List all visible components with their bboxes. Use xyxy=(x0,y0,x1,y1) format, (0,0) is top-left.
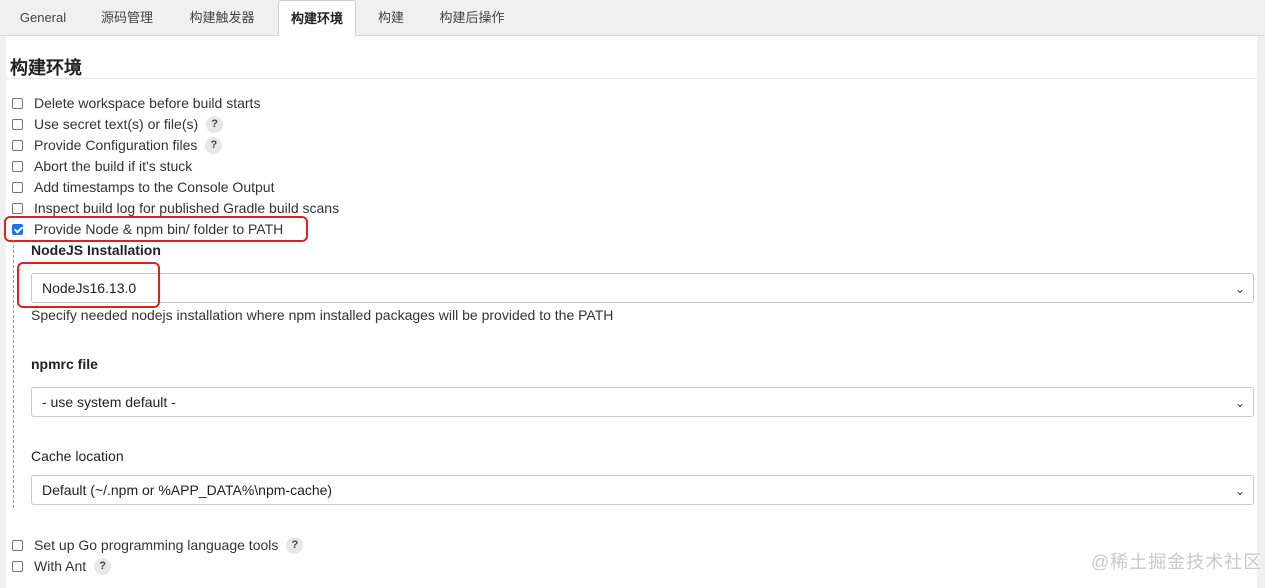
checkbox[interactable] xyxy=(12,539,23,551)
npmrc-select[interactable]: - use system default - ⌄ xyxy=(31,387,1254,417)
select-value: - use system default - xyxy=(42,394,176,410)
checkbox[interactable] xyxy=(12,160,23,172)
watermark: @稀土掘金技术社区 xyxy=(1091,552,1263,572)
help-icon[interactable]: ? xyxy=(205,136,223,154)
checkbox[interactable] xyxy=(12,181,23,193)
right-gutter xyxy=(1257,36,1265,588)
tab-build[interactable]: 构建 xyxy=(366,0,416,35)
option-go-tools[interactable]: Set up Go programming language tools ? xyxy=(12,535,304,555)
tab-post-build[interactable]: 构建后操作 xyxy=(426,0,518,35)
cache-location-select[interactable]: Default (~/.npm or %APP_DATA%\npm-cache)… xyxy=(31,475,1254,505)
option-add-timestamps[interactable]: Add timestamps to the Console Output xyxy=(12,177,274,197)
option-use-secret-text[interactable]: Use secret text(s) or file(s) ? xyxy=(12,114,224,134)
npmrc-label: npmrc file xyxy=(31,356,98,372)
chevron-down-icon: ⌄ xyxy=(1234,282,1245,296)
option-delete-workspace[interactable]: Delete workspace before build starts xyxy=(12,93,260,113)
checkbox[interactable] xyxy=(12,97,23,109)
checkbox[interactable] xyxy=(12,139,23,151)
checkbox[interactable] xyxy=(12,560,23,572)
option-provide-config-files[interactable]: Provide Configuration files ? xyxy=(12,135,223,155)
tab-build-triggers[interactable]: 构建触发器 xyxy=(176,0,268,35)
option-label: Add timestamps to the Console Output xyxy=(34,179,275,195)
tab-general[interactable]: General xyxy=(10,0,76,35)
help-icon[interactable]: ? xyxy=(206,115,224,133)
checkbox[interactable] xyxy=(12,202,23,214)
chevron-down-icon: ⌄ xyxy=(1234,396,1245,410)
chevron-down-icon: ⌄ xyxy=(1234,484,1245,498)
nodejs-installation-label: NodeJS Installation xyxy=(31,242,161,258)
option-label: Set up Go programming language tools xyxy=(34,537,279,553)
option-label: Abort the build if it's stuck xyxy=(34,158,193,174)
option-label: Use secret text(s) or file(s) xyxy=(34,116,199,132)
nodejs-installation-select[interactable]: NodeJs16.13.0 ⌄ xyxy=(31,273,1254,303)
help-icon[interactable]: ? xyxy=(94,557,112,575)
nested-config-indicator xyxy=(13,240,14,508)
option-label: Inspect build log for published Gradle b… xyxy=(34,200,340,216)
option-label: With Ant xyxy=(34,558,87,574)
highlight-box xyxy=(4,216,308,242)
select-value: Default (~/.npm or %APP_DATA%\npm-cache) xyxy=(42,482,333,498)
tab-source-control[interactable]: 源码管理 xyxy=(88,0,166,35)
cache-location-label: Cache location xyxy=(31,448,124,464)
option-label: Delete workspace before build starts xyxy=(34,95,261,111)
option-label: Provide Configuration files xyxy=(34,137,198,153)
nodejs-installation-description: Specify needed nodejs installation where… xyxy=(31,307,614,323)
highlight-box xyxy=(17,262,160,308)
tab-bar: General 源码管理 构建触发器 构建环境 构建 构建后操作 xyxy=(0,0,1265,37)
option-gradle-build-scans[interactable]: Inspect build log for published Gradle b… xyxy=(12,198,339,218)
left-gutter xyxy=(0,36,6,588)
option-abort-if-stuck[interactable]: Abort the build if it's stuck xyxy=(12,156,192,176)
section-title: 构建环境 xyxy=(10,58,82,78)
checkbox[interactable] xyxy=(12,118,23,130)
tab-build-environment[interactable]: 构建环境 xyxy=(278,0,356,37)
section-header xyxy=(6,36,1257,79)
help-icon[interactable]: ? xyxy=(286,536,304,554)
option-with-ant[interactable]: With Ant ? xyxy=(12,556,112,576)
